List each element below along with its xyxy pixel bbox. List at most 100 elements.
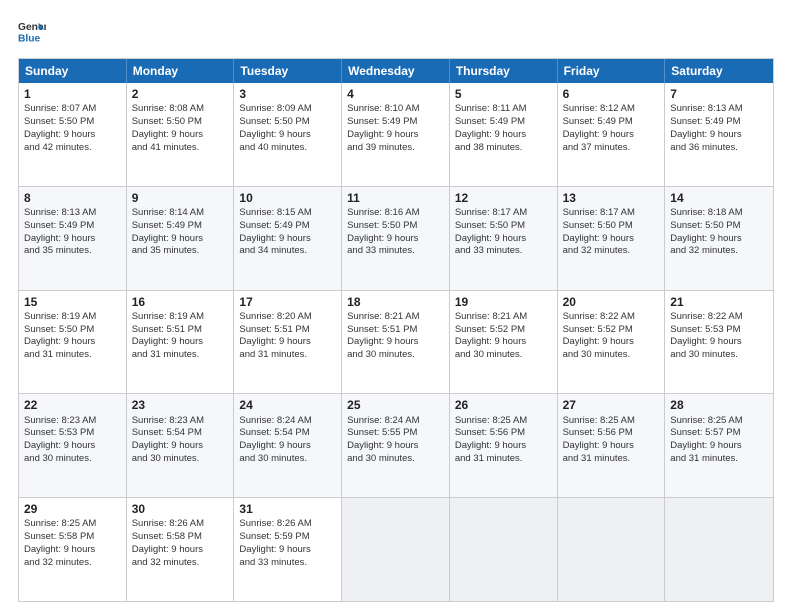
day-info-line: and 30 minutes. bbox=[563, 349, 660, 362]
calendar-day-14: 14Sunrise: 8:18 AMSunset: 5:50 PMDayligh… bbox=[665, 187, 773, 290]
day-info-line: Daylight: 9 hours bbox=[670, 233, 768, 246]
day-info-line: Daylight: 9 hours bbox=[239, 544, 336, 557]
day-info-line: Daylight: 9 hours bbox=[347, 440, 444, 453]
day-info-line: Daylight: 9 hours bbox=[670, 440, 768, 453]
calendar-day-27: 27Sunrise: 8:25 AMSunset: 5:56 PMDayligh… bbox=[558, 394, 666, 497]
day-info-line: Sunset: 5:51 PM bbox=[239, 324, 336, 337]
day-info-line: Sunset: 5:50 PM bbox=[24, 324, 121, 337]
day-info-line: Daylight: 9 hours bbox=[347, 129, 444, 142]
empty-cell bbox=[558, 498, 666, 601]
calendar-day-26: 26Sunrise: 8:25 AMSunset: 5:56 PMDayligh… bbox=[450, 394, 558, 497]
day-number: 20 bbox=[563, 294, 660, 310]
day-header-tuesday: Tuesday bbox=[234, 59, 342, 83]
day-info-line: Sunrise: 8:12 AM bbox=[563, 103, 660, 116]
day-number: 13 bbox=[563, 190, 660, 206]
day-info-line: Sunset: 5:54 PM bbox=[132, 427, 229, 440]
day-info-line: Daylight: 9 hours bbox=[670, 336, 768, 349]
svg-text:Blue: Blue bbox=[18, 33, 41, 44]
day-number: 11 bbox=[347, 190, 444, 206]
day-info-line: Sunrise: 8:11 AM bbox=[455, 103, 552, 116]
day-info-line: Sunset: 5:50 PM bbox=[347, 220, 444, 233]
page: General Blue SundayMondayTuesdayWednesda… bbox=[0, 0, 792, 612]
day-info-line: Sunset: 5:56 PM bbox=[563, 427, 660, 440]
logo: General Blue bbox=[18, 18, 46, 46]
day-info-line: Sunset: 5:49 PM bbox=[24, 220, 121, 233]
day-number: 15 bbox=[24, 294, 121, 310]
day-info-line: and 35 minutes. bbox=[132, 245, 229, 258]
day-info-line: Sunrise: 8:20 AM bbox=[239, 311, 336, 324]
calendar-day-5: 5Sunrise: 8:11 AMSunset: 5:49 PMDaylight… bbox=[450, 83, 558, 186]
day-info-line: Sunrise: 8:17 AM bbox=[563, 207, 660, 220]
calendar-day-25: 25Sunrise: 8:24 AMSunset: 5:55 PMDayligh… bbox=[342, 394, 450, 497]
day-info-line: Sunrise: 8:10 AM bbox=[347, 103, 444, 116]
day-number: 28 bbox=[670, 397, 768, 413]
day-info-line: Sunset: 5:54 PM bbox=[239, 427, 336, 440]
day-info-line: Sunset: 5:50 PM bbox=[24, 116, 121, 129]
day-info-line: Sunset: 5:49 PM bbox=[563, 116, 660, 129]
day-number: 25 bbox=[347, 397, 444, 413]
empty-cell bbox=[450, 498, 558, 601]
day-info-line: Sunrise: 8:18 AM bbox=[670, 207, 768, 220]
day-number: 29 bbox=[24, 501, 121, 517]
day-info-line: Sunrise: 8:26 AM bbox=[239, 518, 336, 531]
day-info-line: and 30 minutes. bbox=[132, 453, 229, 466]
day-info-line: Daylight: 9 hours bbox=[563, 233, 660, 246]
day-info-line: and 30 minutes. bbox=[455, 349, 552, 362]
calendar-day-19: 19Sunrise: 8:21 AMSunset: 5:52 PMDayligh… bbox=[450, 291, 558, 394]
day-info-line: and 31 minutes. bbox=[239, 349, 336, 362]
day-number: 30 bbox=[132, 501, 229, 517]
day-info-line: Sunrise: 8:17 AM bbox=[455, 207, 552, 220]
day-info-line: Sunset: 5:49 PM bbox=[670, 116, 768, 129]
day-info-line: and 38 minutes. bbox=[455, 142, 552, 155]
day-info-line: and 30 minutes. bbox=[670, 349, 768, 362]
day-info-line: Daylight: 9 hours bbox=[132, 129, 229, 142]
day-header-friday: Friday bbox=[558, 59, 666, 83]
day-info-line: Daylight: 9 hours bbox=[347, 233, 444, 246]
calendar-day-30: 30Sunrise: 8:26 AMSunset: 5:58 PMDayligh… bbox=[127, 498, 235, 601]
day-info-line: and 36 minutes. bbox=[670, 142, 768, 155]
day-info-line: Sunrise: 8:25 AM bbox=[24, 518, 121, 531]
day-info-line: Sunrise: 8:21 AM bbox=[347, 311, 444, 324]
day-info-line: Sunset: 5:50 PM bbox=[670, 220, 768, 233]
calendar-day-13: 13Sunrise: 8:17 AMSunset: 5:50 PMDayligh… bbox=[558, 187, 666, 290]
day-info-line: and 32 minutes. bbox=[670, 245, 768, 258]
day-number: 16 bbox=[132, 294, 229, 310]
day-number: 3 bbox=[239, 86, 336, 102]
calendar-header: SundayMondayTuesdayWednesdayThursdayFrid… bbox=[19, 59, 773, 83]
calendar-day-12: 12Sunrise: 8:17 AMSunset: 5:50 PMDayligh… bbox=[450, 187, 558, 290]
day-info-line: and 41 minutes. bbox=[132, 142, 229, 155]
day-info-line: and 30 minutes. bbox=[24, 453, 121, 466]
day-number: 2 bbox=[132, 86, 229, 102]
day-number: 7 bbox=[670, 86, 768, 102]
day-info-line: Sunset: 5:53 PM bbox=[670, 324, 768, 337]
calendar-day-3: 3Sunrise: 8:09 AMSunset: 5:50 PMDaylight… bbox=[234, 83, 342, 186]
day-number: 22 bbox=[24, 397, 121, 413]
calendar-day-1: 1Sunrise: 8:07 AMSunset: 5:50 PMDaylight… bbox=[19, 83, 127, 186]
day-number: 8 bbox=[24, 190, 121, 206]
day-info-line: Sunset: 5:50 PM bbox=[239, 116, 336, 129]
day-info-line: Daylight: 9 hours bbox=[132, 440, 229, 453]
day-info-line: Daylight: 9 hours bbox=[239, 336, 336, 349]
day-info-line: Sunrise: 8:16 AM bbox=[347, 207, 444, 220]
calendar-day-20: 20Sunrise: 8:22 AMSunset: 5:52 PMDayligh… bbox=[558, 291, 666, 394]
calendar-day-22: 22Sunrise: 8:23 AMSunset: 5:53 PMDayligh… bbox=[19, 394, 127, 497]
logo-icon: General Blue bbox=[18, 18, 46, 46]
day-number: 19 bbox=[455, 294, 552, 310]
calendar-day-15: 15Sunrise: 8:19 AMSunset: 5:50 PMDayligh… bbox=[19, 291, 127, 394]
day-info-line: Sunrise: 8:23 AM bbox=[24, 415, 121, 428]
header: General Blue bbox=[18, 18, 774, 46]
day-info-line: Daylight: 9 hours bbox=[24, 336, 121, 349]
day-info-line: Sunset: 5:51 PM bbox=[347, 324, 444, 337]
day-info-line: and 37 minutes. bbox=[563, 142, 660, 155]
day-number: 26 bbox=[455, 397, 552, 413]
day-info-line: and 31 minutes. bbox=[455, 453, 552, 466]
empty-cell bbox=[665, 498, 773, 601]
day-info-line: Sunset: 5:57 PM bbox=[670, 427, 768, 440]
day-info-line: Sunset: 5:55 PM bbox=[347, 427, 444, 440]
calendar-week-3: 15Sunrise: 8:19 AMSunset: 5:50 PMDayligh… bbox=[19, 290, 773, 394]
day-number: 5 bbox=[455, 86, 552, 102]
calendar-day-17: 17Sunrise: 8:20 AMSunset: 5:51 PMDayligh… bbox=[234, 291, 342, 394]
day-info-line: and 31 minutes. bbox=[563, 453, 660, 466]
calendar-day-21: 21Sunrise: 8:22 AMSunset: 5:53 PMDayligh… bbox=[665, 291, 773, 394]
day-info-line: Sunset: 5:50 PM bbox=[455, 220, 552, 233]
